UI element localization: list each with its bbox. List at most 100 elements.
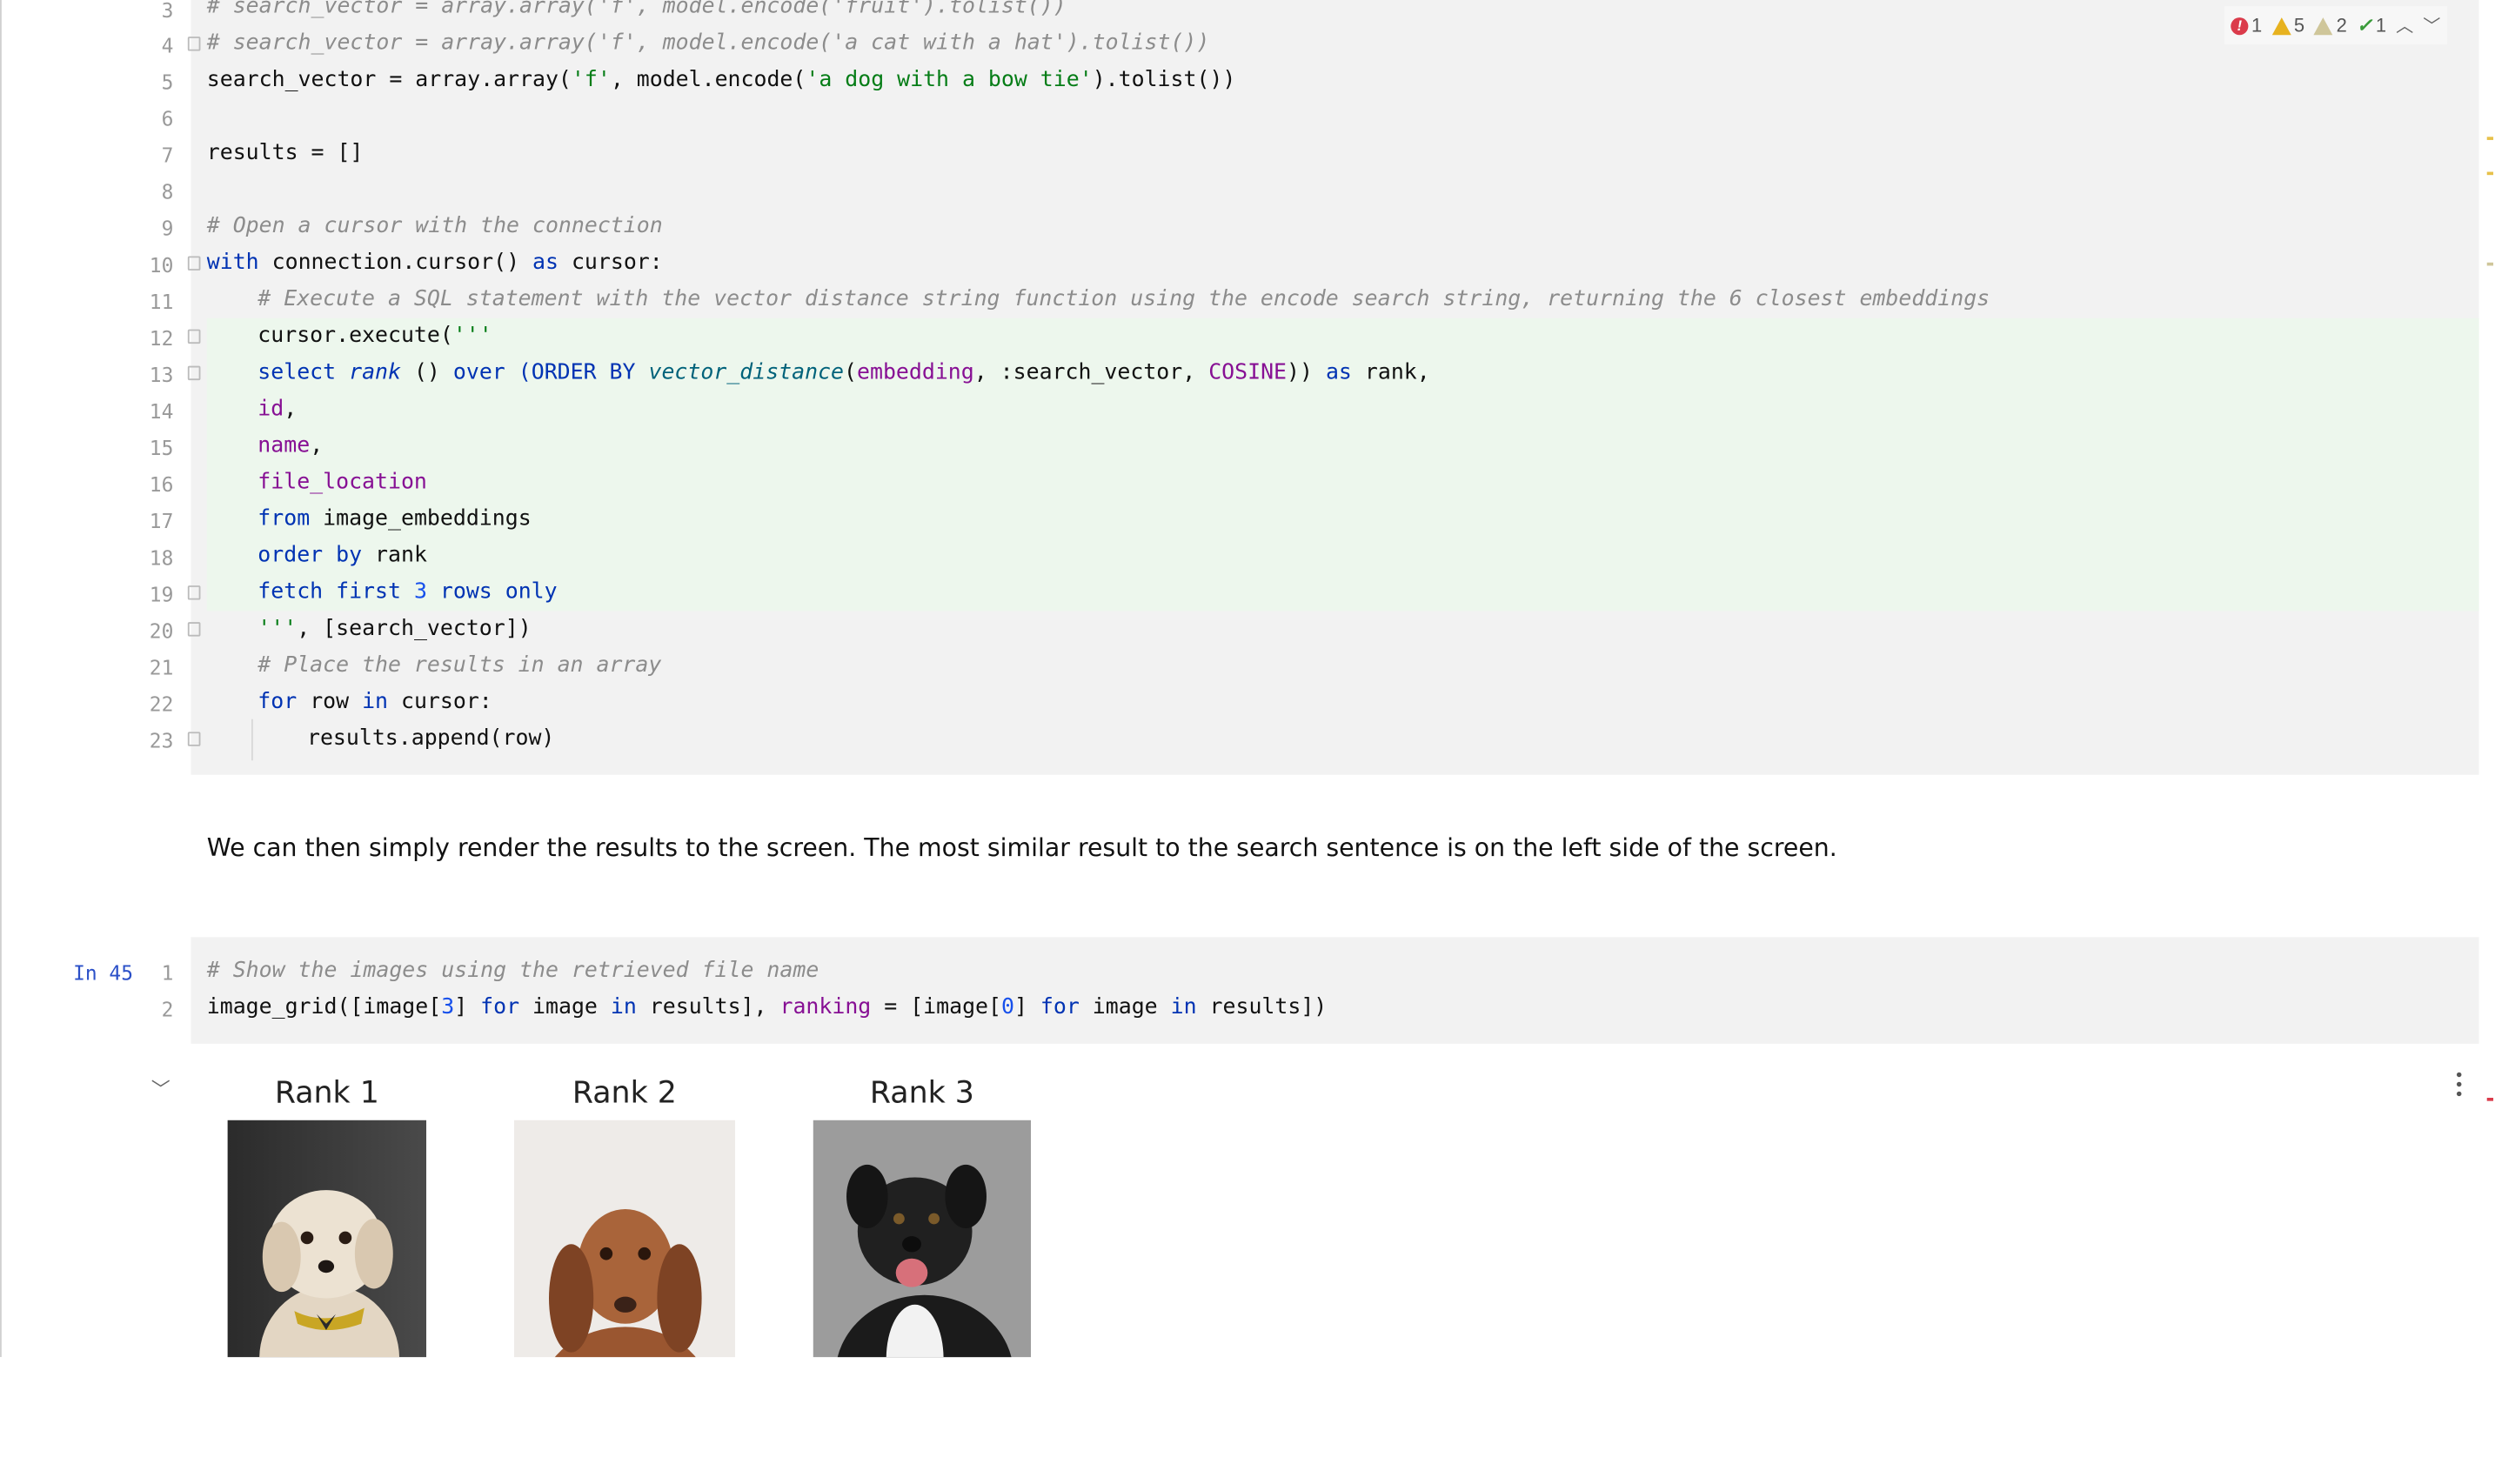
code-token: , model.encode(: [610, 66, 806, 93]
sql-function: rank: [349, 359, 401, 385]
code-line[interactable]: fetch first 3 rows only: [258, 579, 557, 605]
line-number: 12: [149, 325, 174, 351]
keyword: in: [362, 688, 389, 715]
passed-indicator[interactable]: ✓ 1: [2357, 14, 2386, 37]
comment: # Open a cursor with the connection: [206, 213, 663, 239]
sql-keyword: fetch first: [258, 578, 401, 605]
check-icon: ✓: [2356, 14, 2373, 37]
code-token: search_vector = array.array(: [206, 66, 572, 93]
code-line[interactable]: ''', [search_vector]): [258, 616, 531, 641]
code-line[interactable]: search_vector = array.array('f', model.e…: [207, 67, 1236, 92]
code-token: ,: [310, 432, 324, 458]
code-line[interactable]: with connection.cursor() as cursor:: [207, 250, 663, 275]
code-line[interactable]: results = []: [207, 140, 364, 165]
code-line[interactable]: for row in cursor:: [258, 689, 492, 714]
fold-marker-icon[interactable]: [187, 732, 201, 746]
rank-title: Rank 1: [274, 1075, 379, 1111]
code-line[interactable]: name,: [258, 432, 323, 458]
inspection-widget[interactable]: ! 1 5 2 ✓ 1 ︿ ﹀: [2224, 6, 2447, 45]
code-token: (: [844, 359, 858, 385]
line-number: 17: [149, 509, 174, 533]
editor-left-border: [0, 0, 2, 1358]
errors-indicator[interactable]: ! 1: [2231, 14, 2262, 37]
errors-count: 1: [2251, 14, 2263, 37]
line-number: 11: [149, 289, 174, 314]
code-token: results = []: [206, 139, 364, 166]
code-line[interactable]: # search_vector = array.array('f', model…: [207, 30, 1210, 56]
markdown-cell-text[interactable]: We can then simply render the results to…: [207, 833, 1837, 862]
line-number: 22: [149, 692, 174, 717]
code-line[interactable]: image_grid([image[3] for image in result…: [207, 994, 1328, 1019]
line-number: 21: [149, 655, 174, 679]
scrollbar-warning-marker[interactable]: [2486, 137, 2494, 176]
weak-warnings-count: 2: [2336, 14, 2347, 37]
string-literal: ''': [452, 323, 492, 349]
scrollbar-error-marker[interactable]: [2486, 1098, 2494, 1101]
line-number: 3: [161, 0, 174, 23]
number-literal: 3: [413, 578, 427, 605]
code-line[interactable]: id,: [258, 396, 297, 421]
keyword: with: [206, 250, 259, 276]
next-problem-icon[interactable]: ﹀: [2423, 13, 2440, 38]
keyword: for: [480, 994, 520, 1020]
previous-problem-icon[interactable]: ︿: [2396, 13, 2413, 38]
sql-keyword: (ORDER BY: [518, 359, 636, 385]
code-cell-2[interactable]: [191, 937, 2479, 1044]
collapse-output-icon[interactable]: ﹀: [151, 1075, 171, 1102]
code-token: image: [519, 994, 611, 1020]
dog-image-rank-2: [513, 1120, 735, 1358]
string-literal: ''': [258, 615, 298, 642]
fold-marker-icon[interactable]: [187, 622, 201, 637]
execution-count-label: In 45: [73, 960, 133, 986]
code-line[interactable]: from image_embeddings: [258, 506, 531, 531]
code-token: results]): [1196, 994, 1328, 1020]
comment: # search_vector = array.array('f', model…: [206, 0, 1067, 19]
output-menu-icon[interactable]: [2453, 1072, 2463, 1097]
sql-column: embedding: [857, 359, 974, 385]
scrollbar-weak-warning-marker[interactable]: [2486, 262, 2494, 266]
rank-title: Rank 2: [572, 1075, 677, 1111]
code-line[interactable]: cursor.execute(''': [258, 323, 492, 348]
keyword: in: [610, 994, 637, 1020]
line-number: 15: [149, 436, 174, 460]
string-literal: 'a dog with a bow tie': [806, 66, 1093, 93]
code-token: ]: [1013, 994, 1040, 1020]
line-number: 18: [149, 545, 174, 570]
code-token: cursor:: [388, 688, 492, 715]
code-token: = [image[: [871, 994, 1001, 1020]
comment: # Place the results in an array: [258, 652, 662, 678]
fold-marker-icon[interactable]: [187, 365, 201, 381]
line-number: 14: [149, 399, 174, 424]
code-token: rank: [362, 542, 427, 568]
code-line[interactable]: order by rank: [258, 543, 427, 568]
code-line[interactable]: # Place the results in an array: [258, 652, 661, 678]
code-token: cursor:: [558, 250, 663, 276]
code-token: ]: [454, 994, 481, 1020]
indent-guide: [251, 719, 253, 761]
code-token: ,: [284, 396, 298, 422]
sql-keyword: select: [258, 359, 337, 385]
warnings-indicator[interactable]: 5: [2271, 14, 2304, 37]
keyword: as: [532, 250, 559, 276]
code-line[interactable]: file_location: [258, 470, 427, 495]
fold-marker-icon[interactable]: [187, 37, 201, 51]
string-literal: 'f': [571, 66, 611, 93]
fold-marker-icon[interactable]: [187, 256, 201, 271]
fold-marker-icon[interactable]: [187, 585, 201, 600]
code-line[interactable]: # search_vector = array.array('f', model…: [207, 0, 1067, 19]
keyword: for: [1040, 994, 1080, 1020]
code-line[interactable]: results.append(row): [307, 725, 554, 751]
line-number: 19: [149, 582, 174, 606]
code-line[interactable]: # Show the images using the retrieved fi…: [207, 958, 819, 983]
weak-warnings-indicator[interactable]: 2: [2314, 14, 2347, 37]
code-token: rank,: [1364, 359, 1430, 385]
keyword-argument: ranking: [779, 994, 872, 1020]
code-token: image_embeddings: [310, 505, 532, 531]
fold-marker-icon[interactable]: [187, 329, 201, 344]
sql-keyword: order by: [258, 542, 363, 568]
passed-count: 1: [2375, 14, 2387, 37]
code-line[interactable]: select rank () over (ORDER BY vector_dis…: [258, 359, 1429, 384]
code-token: row: [297, 688, 363, 715]
code-line[interactable]: # Execute a SQL statement with the vecto…: [258, 286, 1990, 311]
code-line[interactable]: # Open a cursor with the connection: [207, 213, 663, 238]
